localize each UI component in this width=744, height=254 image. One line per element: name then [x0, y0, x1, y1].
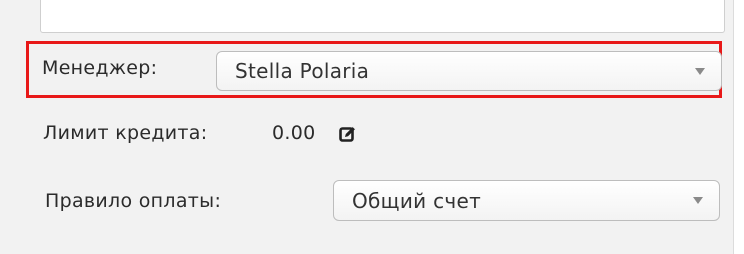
credit-limit-label: Лимит кредита:: [43, 122, 208, 144]
payment-rule-select-value: Общий счет: [352, 189, 482, 213]
chevron-down-icon: [695, 68, 705, 75]
manager-label: Менеджер:: [42, 57, 158, 79]
payment-rule-select[interactable]: Общий счет: [333, 180, 720, 221]
settings-panel: Менеджер: Stella Polaria Лимит кредита: …: [0, 0, 734, 254]
manager-select[interactable]: Stella Polaria: [216, 51, 722, 91]
textarea-field[interactable]: [40, 0, 725, 33]
payment-rule-label: Правило оплаты:: [45, 190, 222, 212]
credit-limit-value: 0.00: [272, 122, 316, 144]
chevron-down-icon: [693, 197, 703, 204]
edit-icon[interactable]: [339, 125, 357, 143]
manager-select-value: Stella Polaria: [235, 59, 370, 83]
